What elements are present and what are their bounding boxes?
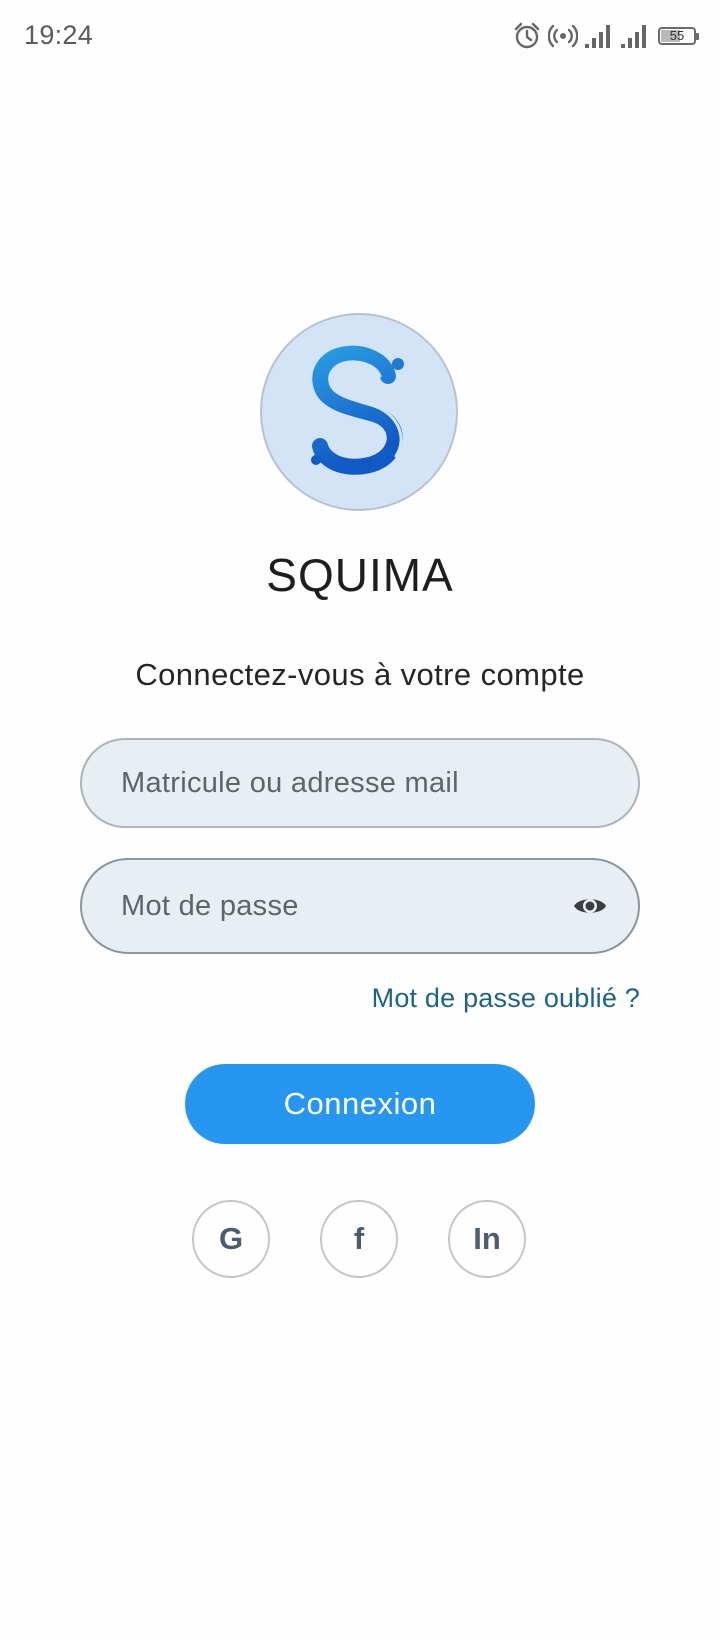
email-input[interactable] bbox=[121, 766, 610, 800]
google-icon: G bbox=[218, 1221, 244, 1256]
battery-level: 55 bbox=[669, 28, 685, 43]
status-icons: 55 bbox=[512, 20, 699, 52]
app-name: SQUIMA bbox=[266, 549, 454, 601]
forgot-password-link[interactable]: Mot de passe oublié ? bbox=[372, 983, 640, 1014]
status-bar: 19:24 55 bbox=[0, 0, 720, 74]
login-subtitle: Connectez-vous à votre compte bbox=[135, 657, 585, 692]
status-time: 19:24 bbox=[24, 20, 94, 50]
facebook-icon: f bbox=[353, 1221, 365, 1256]
battery-icon: 55 bbox=[658, 27, 699, 45]
eye-icon bbox=[574, 899, 606, 913]
password-input[interactable] bbox=[121, 889, 570, 923]
app-logo bbox=[260, 313, 458, 511]
login-button[interactable]: Connexion bbox=[185, 1064, 535, 1144]
google-login-button[interactable]: G bbox=[192, 1200, 270, 1278]
alarm-icon bbox=[512, 21, 542, 51]
show-password-button[interactable] bbox=[570, 886, 610, 926]
email-field[interactable] bbox=[80, 738, 640, 828]
linkedin-login-button[interactable]: In bbox=[448, 1200, 526, 1278]
signal-icon bbox=[584, 23, 614, 49]
linkedin-icon: In bbox=[473, 1221, 501, 1256]
facebook-login-button[interactable]: f bbox=[320, 1200, 398, 1278]
password-field[interactable] bbox=[80, 858, 640, 954]
hotspot-icon bbox=[548, 21, 578, 51]
squima-logo-icon bbox=[311, 345, 404, 475]
signal-icon bbox=[620, 23, 650, 49]
